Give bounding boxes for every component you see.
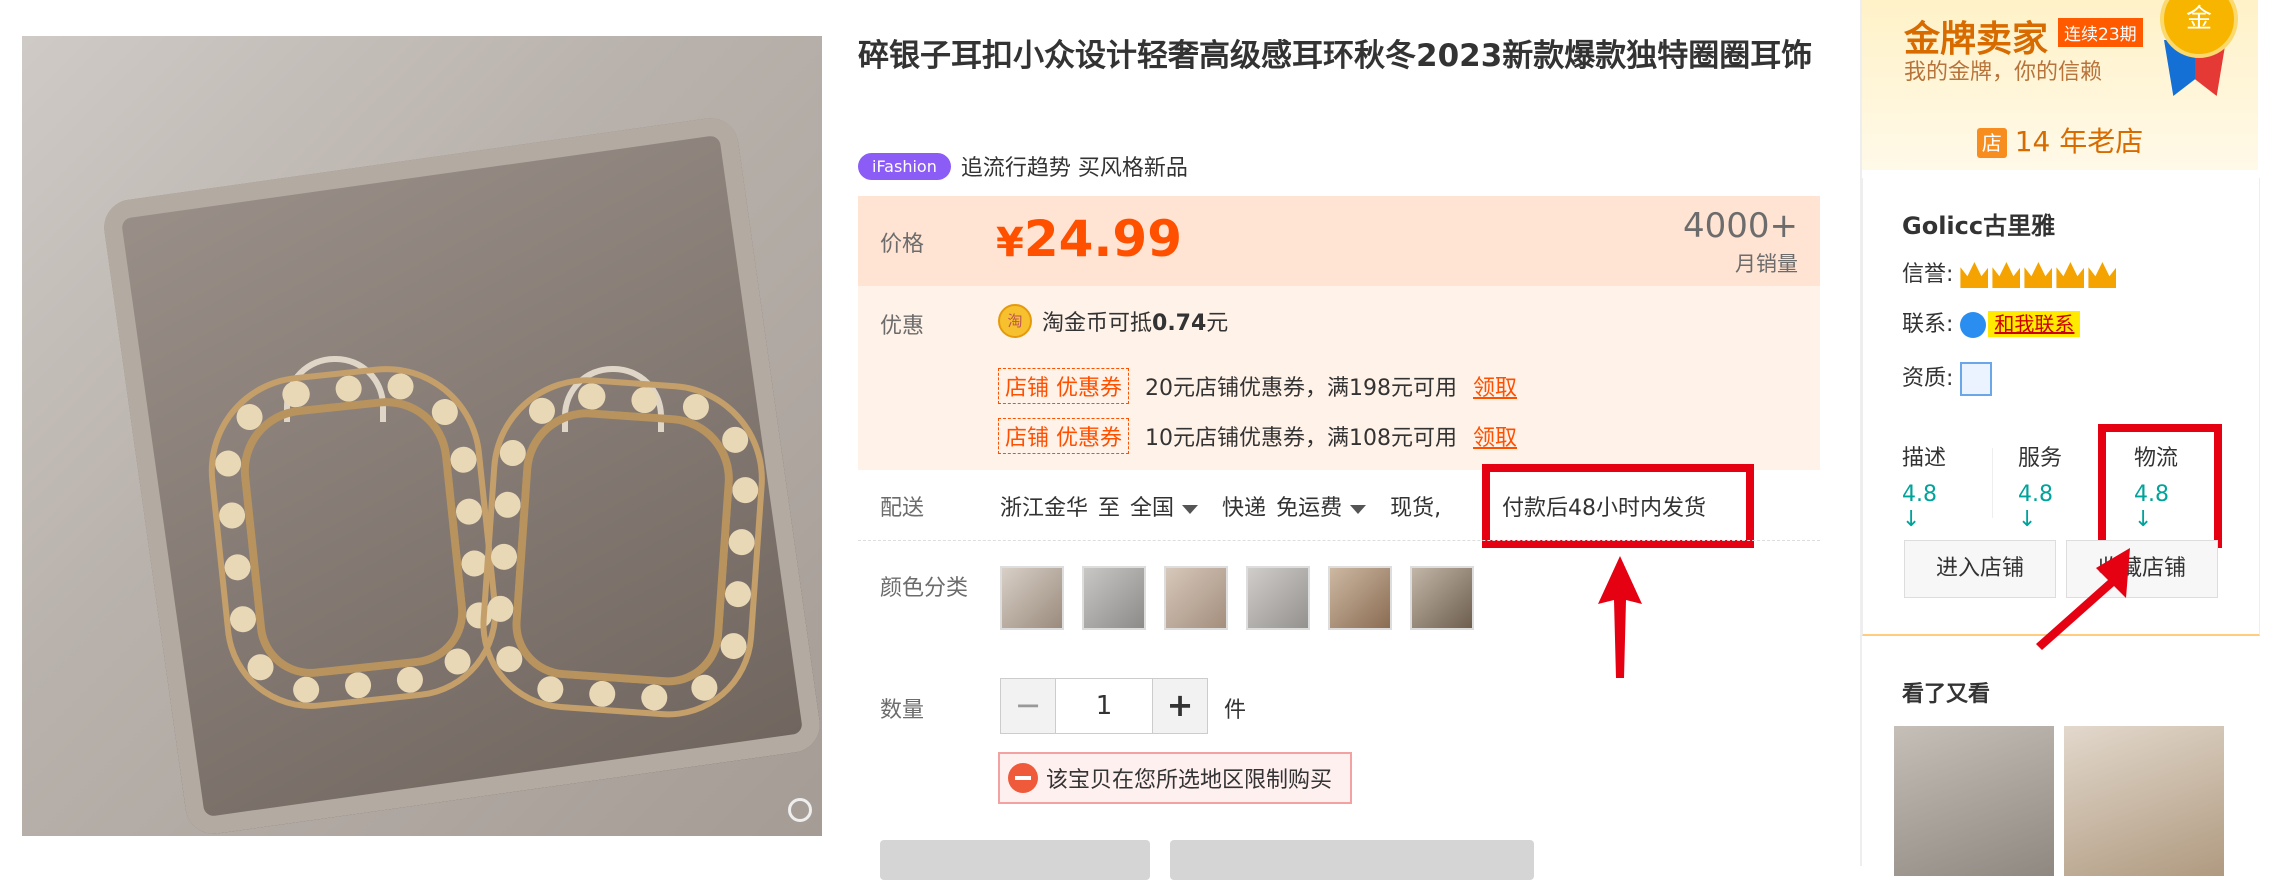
wangwang-chat-icon[interactable] bbox=[1960, 312, 1987, 338]
color-swatch[interactable] bbox=[1246, 566, 1310, 630]
recommend-item-thumbnail[interactable] bbox=[2064, 726, 2224, 876]
coupon-text: 20元店铺优惠券，满198元可用 bbox=[1145, 376, 1457, 401]
delivery-label: 配送 bbox=[880, 496, 925, 521]
color-swatch[interactable] bbox=[1328, 566, 1392, 630]
price-amount: 24.99 bbox=[1023, 210, 1182, 268]
promo-label: 优惠 bbox=[880, 314, 925, 339]
quantity-unit: 件 bbox=[1224, 698, 1247, 723]
shop-name[interactable]: Golicc古里雅 bbox=[1902, 206, 2055, 241]
gold-seller-subtitle: 我的金牌，你的信赖 bbox=[1904, 60, 2103, 85]
recommend-title: 看了又看 bbox=[1902, 682, 1991, 707]
claim-coupon-link[interactable]: 领取 bbox=[1473, 370, 1517, 402]
ifashion-badge[interactable]: iFashion bbox=[858, 152, 951, 180]
coupon-text: 10元店铺优惠券，满108元可用 bbox=[1145, 426, 1457, 451]
chevron-down-icon bbox=[1182, 504, 1199, 514]
ship-from: 浙江金华 bbox=[1000, 496, 1089, 521]
crown-rating[interactable] bbox=[1960, 262, 2120, 288]
delivery-row: 浙江金华 至 全国 快递 免运费 现货, bbox=[1000, 490, 1441, 522]
sales-label: 月销量 bbox=[1735, 252, 1798, 276]
contact-row: 联系: 和我联系 bbox=[1902, 306, 2081, 338]
annotation-arrow-shipping bbox=[1598, 556, 1642, 678]
crown-icon bbox=[2056, 262, 2085, 288]
quantity-label: 数量 bbox=[880, 698, 925, 723]
price-row: 价格 ¥24.99 4000+ 月销量 bbox=[858, 196, 1820, 286]
reputation-label: 信誉: bbox=[1902, 262, 1954, 287]
score-label: 描述 bbox=[1902, 446, 1947, 471]
quantity-increase-button[interactable]: + bbox=[1153, 679, 1207, 733]
price-label: 价格 bbox=[880, 232, 925, 257]
color-label: 颜色分类 bbox=[880, 576, 969, 601]
monthly-sales: 4000+ 月销量 bbox=[1683, 206, 1798, 278]
contact-seller-button[interactable]: 和我联系 bbox=[1988, 311, 2081, 337]
quantity-decrease-button[interactable]: − bbox=[1001, 679, 1055, 733]
annotation-box-shipping bbox=[1482, 464, 1754, 548]
purchase-restriction-notice: 该宝贝在您所选地区限制购买 bbox=[998, 752, 1353, 804]
qualification-label: 资质: bbox=[1902, 366, 1954, 391]
taojinbi-coin-icon: 淘 bbox=[998, 304, 1032, 338]
contact-label: 联系: bbox=[1902, 312, 1954, 337]
score-value: 4.8 ↓ bbox=[1902, 482, 1937, 532]
taojinbi-text: 淘金币可抵0.74元 bbox=[1042, 311, 1229, 336]
color-swatch[interactable] bbox=[1410, 566, 1474, 630]
earring-right bbox=[481, 377, 765, 717]
quantity-input[interactable]: 1 bbox=[1055, 679, 1153, 733]
price-promo-panel: 价格 ¥24.99 4000+ 月销量 优惠 淘 淘金币可抵0.74元 店铺 优… bbox=[858, 196, 1820, 470]
color-swatch-list bbox=[1000, 566, 1474, 630]
zoom-icon[interactable] bbox=[788, 798, 812, 822]
no-entry-icon bbox=[1008, 763, 1038, 793]
shop-icon: 店 bbox=[1976, 128, 2007, 158]
buy-now-button[interactable] bbox=[880, 840, 1150, 880]
divider bbox=[1992, 448, 1993, 518]
destination-select[interactable]: 全国 bbox=[1130, 490, 1199, 522]
add-to-cart-button[interactable] bbox=[1170, 840, 1534, 880]
crown-icon bbox=[1992, 262, 2021, 288]
recommend-item-thumbnail[interactable] bbox=[1894, 726, 2054, 876]
tag-text: 追流行趋势 买风格新品 bbox=[960, 156, 1188, 181]
divider bbox=[858, 540, 1820, 541]
quantity-stepper: − 1 + bbox=[1000, 678, 1208, 734]
score-label: 服务 bbox=[2018, 446, 2063, 471]
color-swatch[interactable] bbox=[1082, 566, 1146, 630]
coupon-tag: 店铺 优惠券 bbox=[998, 418, 1129, 454]
price-value: ¥24.99 bbox=[996, 210, 1182, 268]
shipping-fee-select[interactable]: 免运费 bbox=[1276, 490, 1367, 522]
product-title: 碎银子耳扣小众设计轻奢高级感耳环秋冬2023新款爆款独特圈圈耳饰 bbox=[858, 38, 1813, 74]
shop-age: 店 14 年老店 bbox=[1862, 120, 2258, 160]
ship-to-word: 至 bbox=[1098, 496, 1121, 521]
shop-age-text: 14 年老店 bbox=[2014, 125, 2144, 158]
crown-icon bbox=[2024, 262, 2053, 288]
claim-coupon-link[interactable]: 领取 bbox=[1473, 420, 1517, 452]
taojinbi-row: 淘 淘金币可抵0.74元 bbox=[998, 304, 1228, 338]
coupon-row-1: 店铺 优惠券 20元店铺优惠券，满198元可用 领取 bbox=[998, 368, 1517, 404]
coupon-row-2: 店铺 优惠券 10元店铺优惠券，满108元可用 领取 bbox=[998, 418, 1517, 454]
score-service: 服务 4.8 ↓ bbox=[2018, 440, 2078, 532]
shipping-method: 快递 bbox=[1222, 496, 1267, 521]
color-swatch[interactable] bbox=[1164, 566, 1228, 630]
annotation-box-logistics bbox=[2098, 424, 2222, 548]
currency-symbol: ¥ bbox=[996, 220, 1024, 266]
coupon-tag: 店铺 优惠券 bbox=[998, 368, 1129, 404]
reputation-row: 信誉: bbox=[1902, 256, 2120, 288]
annotation-arrow-logistics bbox=[2036, 548, 2130, 650]
chevron-down-icon bbox=[1350, 504, 1367, 514]
restriction-text: 该宝贝在您所选地区限制购买 bbox=[1046, 768, 1333, 793]
gold-seller-streak-badge: 连续23期 bbox=[2058, 18, 2143, 47]
score-description: 描述 4.8 ↓ bbox=[1902, 440, 1962, 532]
qualification-row: 资质: bbox=[1902, 360, 1993, 396]
business-license-icon[interactable] bbox=[1960, 362, 1993, 396]
crown-icon bbox=[2088, 262, 2117, 288]
score-value: 4.8 ↓ bbox=[2018, 482, 2053, 532]
earring-left bbox=[205, 363, 501, 711]
color-swatch[interactable] bbox=[1000, 566, 1064, 630]
stock-status: 现货, bbox=[1390, 496, 1442, 521]
sales-count: 4000+ bbox=[1682, 206, 1798, 246]
product-tag-row: iFashion 追流行趋势 买风格新品 bbox=[858, 150, 1188, 182]
product-main-image[interactable] bbox=[22, 36, 822, 836]
crown-icon bbox=[1960, 262, 1989, 288]
